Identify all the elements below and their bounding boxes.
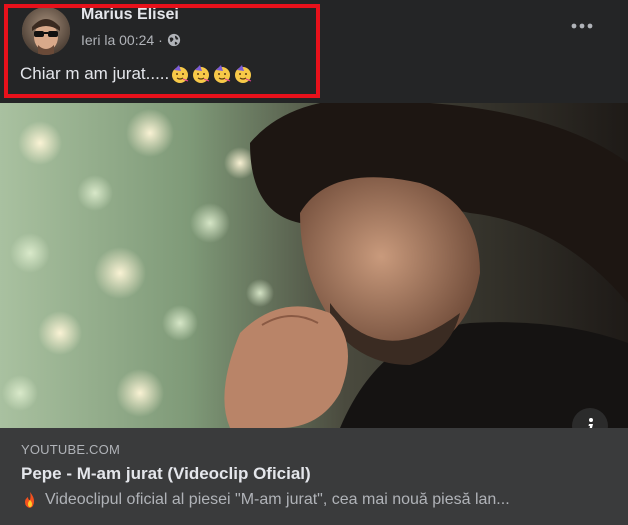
- facebook-post: Marius Elisei Ieri la 00:24 · Chiar m am…: [0, 0, 628, 525]
- globe-icon[interactable]: [167, 33, 181, 47]
- link-description-text: Videoclipul oficial al piesei "M-am jura…: [45, 491, 510, 508]
- link-domain: YOUTUBE.COM: [21, 442, 120, 457]
- timestamp[interactable]: Ieri la 00:24: [81, 32, 154, 48]
- video-thumbnail[interactable]: [0, 103, 628, 428]
- link-preview[interactable]: YOUTUBE.COM Pepe - M-am jurat (Videoclip…: [0, 428, 628, 525]
- avatar-image: [22, 7, 70, 55]
- more-options-icon: [571, 23, 593, 29]
- partying-face-icon: [212, 64, 232, 84]
- post-text: Chiar m am jurat.....: [20, 64, 253, 84]
- partying-face-icon: [170, 64, 190, 84]
- link-description: Videoclipul oficial al piesei "M-am jura…: [21, 491, 611, 509]
- video-thumbnail-image: [0, 103, 628, 428]
- partying-face-icon: [191, 64, 211, 84]
- fire-icon: [21, 491, 39, 509]
- post-meta: Ieri la 00:24 ·: [81, 32, 181, 48]
- author-name[interactable]: Marius Elisei: [81, 6, 179, 24]
- meta-separator: ·: [158, 32, 163, 48]
- link-title[interactable]: Pepe - M-am jurat (Videoclip Oficial): [21, 464, 311, 484]
- more-options-button[interactable]: [566, 12, 598, 40]
- avatar[interactable]: [22, 7, 70, 55]
- partying-face-icon: [233, 64, 253, 84]
- post-text-content: Chiar m am jurat.....: [20, 64, 170, 83]
